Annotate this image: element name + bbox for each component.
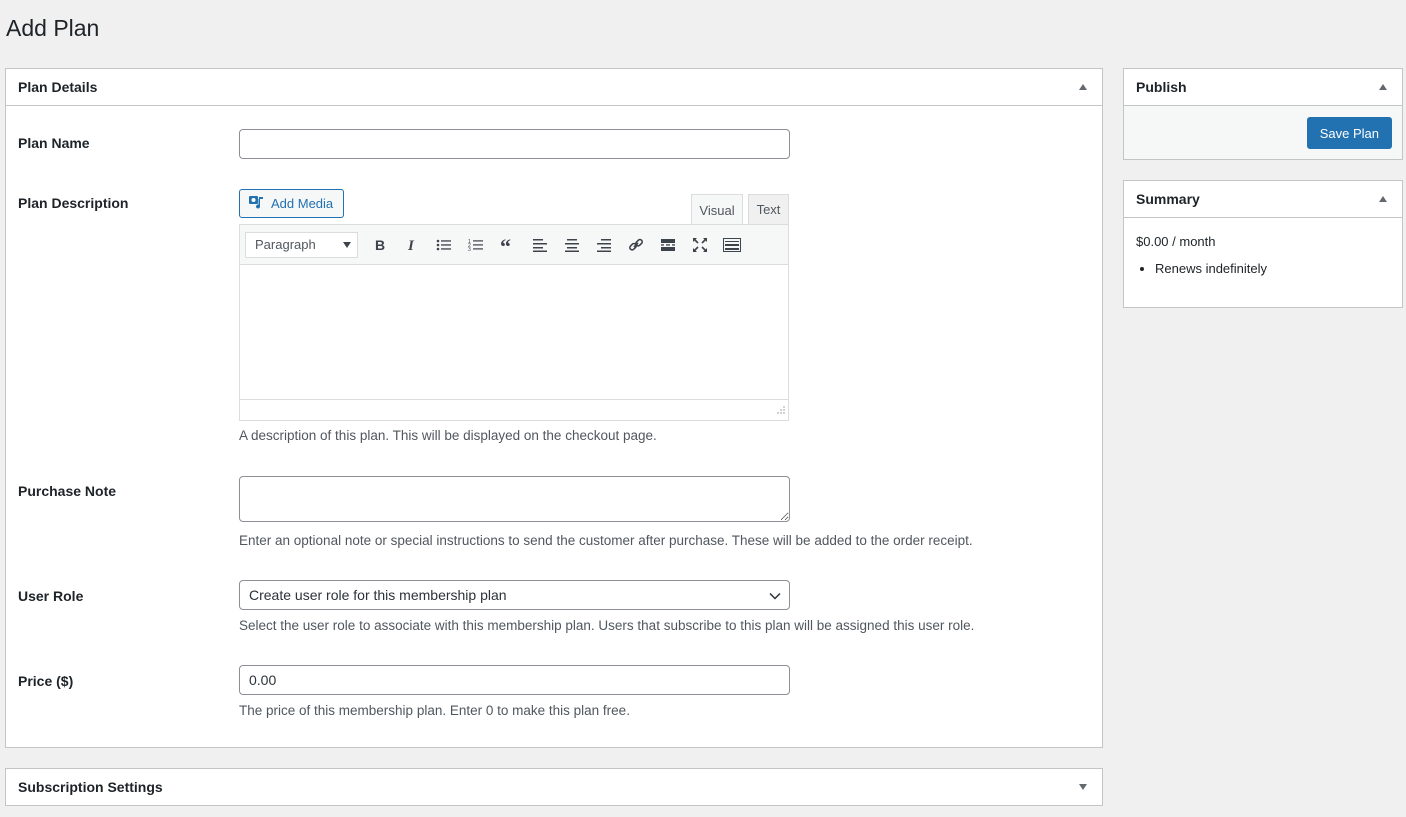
tab-text[interactable]: Text [748, 194, 789, 224]
bulleted-list-icon[interactable] [428, 231, 460, 259]
bold-icon[interactable]: B [364, 231, 396, 259]
publish-title: Publish [1136, 79, 1187, 95]
svg-text:I: I [407, 238, 415, 252]
align-center-icon[interactable] [556, 231, 588, 259]
tab-visual[interactable]: Visual [691, 194, 743, 225]
price-input[interactable] [239, 665, 790, 695]
subscription-settings-box: Subscription Settings [5, 768, 1103, 806]
resize-handle-icon[interactable] [777, 402, 785, 417]
plan-description-label: Plan Description [18, 195, 129, 211]
plan-name-label: Plan Name [18, 135, 90, 151]
purchase-note-label: Purchase Note [18, 483, 117, 499]
plan-description-help: A description of this plan. This will be… [239, 428, 657, 443]
summary-price: $0.00 / month [1136, 234, 1216, 249]
collapse-toggle-icon[interactable] [1376, 80, 1390, 94]
plan-details-box: Plan Details Plan Name Plan Description … [5, 68, 1103, 748]
add-media-icon [248, 194, 265, 213]
svg-text:B: B [375, 238, 385, 252]
purchase-note-help: Enter an optional note or special instru… [239, 533, 973, 548]
chevron-down-icon [769, 587, 781, 603]
dropdown-arrow-icon [343, 241, 351, 248]
fullscreen-icon[interactable] [684, 231, 716, 259]
toolbar-toggle-icon[interactable] [716, 231, 748, 259]
summary-title: Summary [1136, 191, 1200, 207]
add-media-button[interactable]: Add Media [239, 189, 344, 218]
subscription-settings-header[interactable]: Subscription Settings [6, 769, 1102, 805]
user-role-select[interactable]: Create user role for this membership pla… [239, 580, 790, 610]
plan-details-title: Plan Details [18, 79, 98, 95]
summary-header[interactable]: Summary [1124, 181, 1402, 218]
save-plan-button[interactable]: Save Plan [1306, 117, 1392, 149]
expand-toggle-icon[interactable] [1076, 780, 1090, 794]
format-select-value: Paragraph [255, 237, 316, 252]
editor-status-bar [240, 400, 788, 420]
collapse-toggle-icon[interactable] [1076, 80, 1090, 94]
publish-header[interactable]: Publish [1124, 69, 1402, 106]
purchase-note-textarea[interactable] [239, 476, 790, 522]
plan-details-header[interactable]: Plan Details [6, 69, 1102, 106]
user-role-label: User Role [18, 588, 84, 604]
align-left-icon[interactable] [524, 231, 556, 259]
numbered-list-icon[interactable]: 123 [460, 231, 492, 259]
summary-list: Renews indefinitely [1136, 261, 1390, 276]
svg-text:3: 3 [468, 247, 471, 252]
editor-toolbar: Paragraph B I 123 “ [240, 225, 788, 265]
description-editor-area[interactable] [240, 265, 788, 400]
subscription-settings-title: Subscription Settings [18, 779, 163, 795]
page-title: Add Plan [6, 15, 100, 41]
price-label: Price ($) [18, 673, 74, 689]
collapse-toggle-icon[interactable] [1376, 192, 1390, 206]
align-right-icon[interactable] [588, 231, 620, 259]
publish-box: Publish Save Plan [1123, 68, 1403, 160]
summary-item: Renews indefinitely [1155, 261, 1390, 276]
price-help: The price of this membership plan. Enter… [239, 703, 630, 718]
user-role-help: Select the user role to associate with t… [239, 618, 975, 633]
format-select[interactable]: Paragraph [245, 231, 358, 258]
add-media-label: Add Media [271, 196, 334, 211]
italic-icon[interactable]: I [396, 231, 428, 259]
blockquote-icon[interactable]: “ [492, 231, 524, 259]
read-more-icon[interactable] [652, 231, 684, 259]
description-editor: Paragraph B I 123 “ [239, 224, 789, 421]
summary-box: Summary $0.00 / month Renews indefinitel… [1123, 180, 1403, 308]
link-icon[interactable] [620, 231, 652, 259]
user-role-selected: Create user role for this membership pla… [249, 587, 507, 603]
plan-name-input[interactable] [239, 129, 790, 159]
svg-text:“: “ [500, 238, 511, 252]
